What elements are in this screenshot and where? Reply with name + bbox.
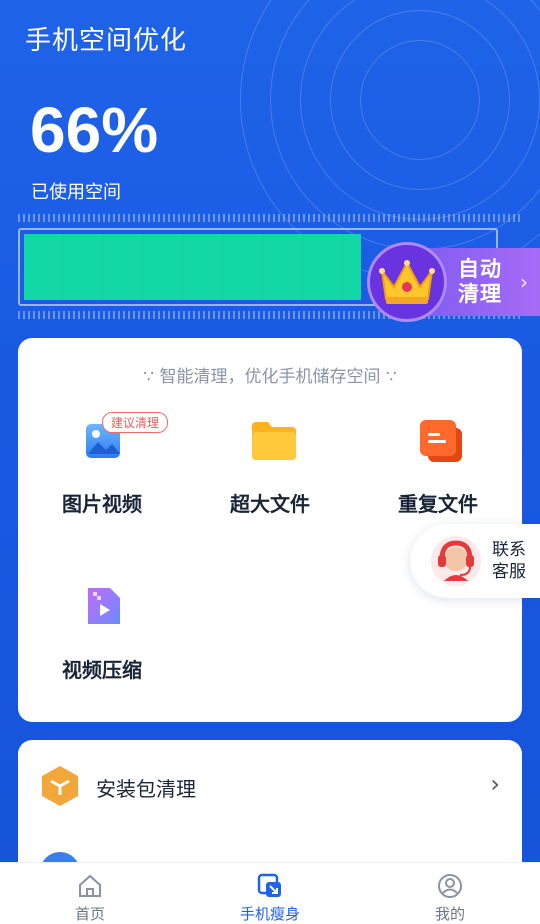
profile-icon — [438, 874, 462, 898]
video-compress-icon — [82, 584, 126, 628]
page-title: 手机空间优化 — [25, 26, 188, 56]
tool-large-files[interactable]: 超大文件 — [186, 418, 354, 538]
list-item-label: 安装包清理 — [96, 777, 196, 801]
tab-profile[interactable]: 我的 — [390, 863, 510, 924]
chevron-right-icon: › — [490, 770, 500, 798]
tab-label: 手机瘦身 — [239, 905, 300, 923]
tool-duplicate-files[interactable]: 重复文件 — [354, 418, 522, 538]
decorative-dotted-line-top — [18, 214, 522, 222]
tab-home[interactable]: 首页 — [30, 863, 150, 924]
tab-label: 我的 — [434, 905, 465, 923]
folder-icon — [250, 418, 296, 462]
tool-label: 视频压缩 — [62, 658, 142, 682]
storage-progress-fill — [24, 234, 361, 300]
tool-label: 超大文件 — [230, 492, 310, 516]
home-icon — [79, 874, 101, 897]
auto-clean-label: 自动 清理 — [458, 257, 502, 306]
storage-used-label: 已使用空间 — [31, 182, 121, 203]
customer-service-button[interactable]: 联系 客服 — [410, 524, 540, 598]
tool-video-compress[interactable]: 视频压缩 — [18, 584, 186, 704]
package-icon — [40, 764, 80, 808]
tool-image-video[interactable]: 建议清理 图片视频 — [18, 412, 186, 538]
tab-phone-slim[interactable]: 手机瘦身 — [210, 863, 330, 924]
bottom-tab-bar: 首页 手机瘦身 我的 — [0, 862, 540, 924]
tool-label: 重复文件 — [398, 492, 478, 516]
chevron-right-icon: › — [520, 270, 528, 294]
storage-used-percent: 66% — [30, 94, 159, 166]
list-item-package-clean[interactable]: 安装包清理 › — [18, 740, 522, 830]
suggest-clean-badge: 建议清理 — [102, 412, 169, 433]
customer-service-label: 联系 客服 — [492, 540, 526, 582]
tool-label: 图片视频 — [62, 492, 142, 516]
duplicate-file-icon — [418, 418, 462, 462]
crown-icon[interactable] — [367, 242, 447, 322]
card-subtitle: ∵ 智能清理，优化手机储存空间 ∵ — [143, 367, 397, 387]
phone-slim-icon — [257, 873, 281, 897]
customer-service-icon — [431, 536, 481, 586]
tab-label: 首页 — [74, 905, 105, 923]
